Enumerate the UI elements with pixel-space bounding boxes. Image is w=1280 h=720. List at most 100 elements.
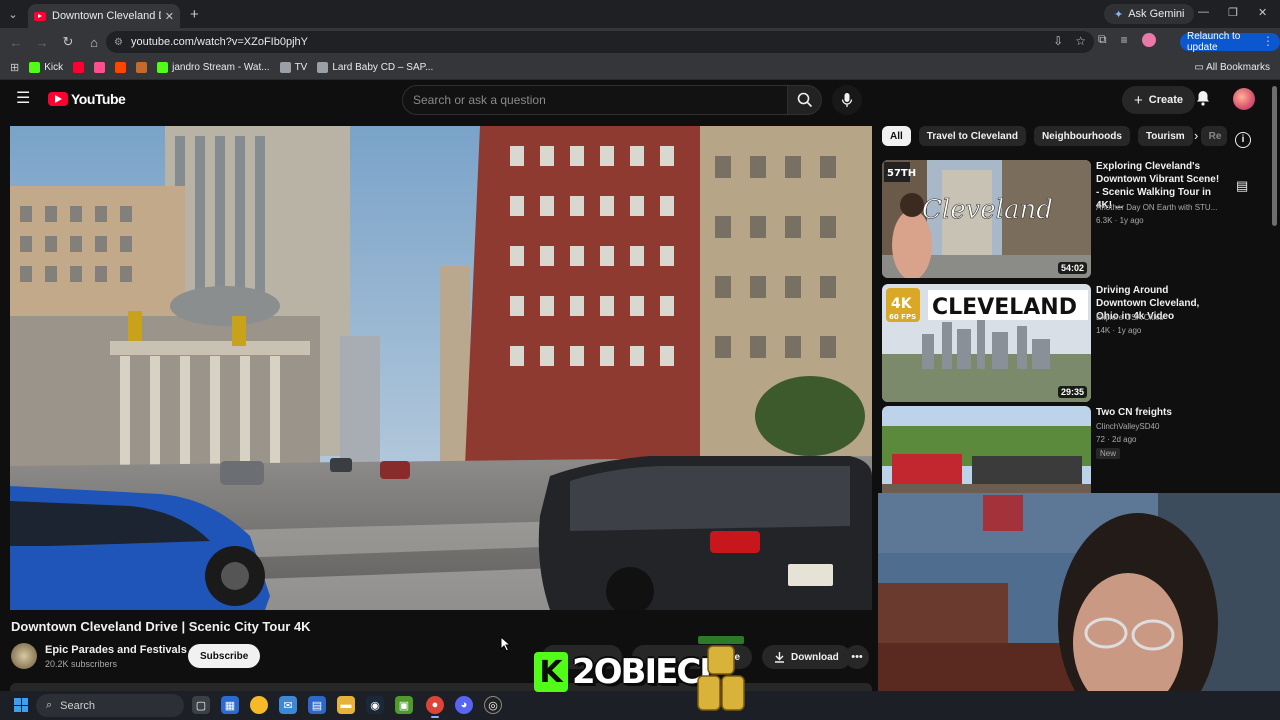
chrome-active-indicator	[431, 716, 439, 718]
streamer-webcam-overlay	[878, 493, 1280, 720]
bookmark-favicon-icon	[136, 62, 148, 73]
extensions-puzzle-icon[interactable]: ⧉	[1098, 32, 1107, 47]
youtube-logo[interactable]: YouTube	[48, 91, 126, 107]
recommendation-thumbnail[interactable]: Cleveland 57TH 54:02	[882, 160, 1091, 278]
recommendation-item[interactable]: Cleveland 57TH 54:02 Exploring Cleveland…	[882, 160, 1262, 280]
thumb-badge-top: 4K	[891, 296, 913, 312]
recommendation-thumbnail[interactable]: 4K 60 FPS CLEVELAND 29:35	[882, 284, 1091, 402]
search-placeholder: Search or ask a question	[413, 93, 546, 107]
bookmark-favicon-icon	[317, 62, 329, 73]
recommendation-channel[interactable]: Another Day ON Earth with STU...	[1096, 203, 1220, 212]
browser-menu-icon[interactable]: ⋮	[1262, 34, 1274, 48]
recommendation-item[interactable]: Two CN freights ClinchValleySD40 72 · 2d…	[882, 406, 1262, 494]
related-filter-chips: All Travel to Cleveland Neighbourhoods T…	[882, 126, 1227, 146]
mail-icon[interactable]: ✉	[279, 696, 297, 714]
search-icon: ⌕	[46, 699, 53, 711]
task-view-icon[interactable]: ▢	[192, 696, 210, 714]
browser-tab-active[interactable]: Downtown Cleveland Drive | Sc ✕	[28, 4, 180, 28]
bookmark-item[interactable]: Kick	[29, 62, 63, 73]
site-info-icon[interactable]: ⚙	[114, 37, 123, 48]
bookmark-star-icon[interactable]: ☆	[1075, 34, 1086, 48]
voice-search-button[interactable]	[832, 85, 862, 115]
channel-avatar[interactable]	[11, 643, 37, 669]
notifications-bell-icon[interactable]	[1196, 90, 1210, 109]
download-button[interactable]: Download	[762, 645, 851, 669]
plus-icon: +	[1134, 91, 1143, 109]
chrome-icon[interactable]: ●	[426, 696, 444, 714]
weather-icon[interactable]	[250, 696, 268, 714]
bookmark-favicon-icon	[73, 62, 85, 73]
more-actions-icon[interactable]: •••	[845, 645, 869, 669]
chip-travel-to-cleveland[interactable]: Travel to Cleveland	[918, 126, 1026, 146]
steam-icon[interactable]: ◉	[366, 696, 384, 714]
recommendation-channel[interactable]: ClinchValleySD40	[1096, 422, 1220, 431]
forward-arrow-icon[interactable]: →	[30, 35, 54, 50]
tab-search-chevron-icon[interactable]: ⌄	[0, 0, 26, 28]
info-icon[interactable]: i	[1235, 132, 1251, 148]
search-button[interactable]	[788, 85, 822, 115]
recommendation-title[interactable]: Two CN freights	[1096, 406, 1220, 419]
bookmark-item[interactable]	[94, 62, 106, 73]
thumb-overlay-text: CLEVELAND	[932, 295, 1077, 320]
media-controls-icon[interactable]: ≡	[1121, 33, 1128, 47]
bookmark-item[interactable]	[136, 62, 148, 73]
chevron-right-icon[interactable]: ›	[1194, 128, 1198, 143]
minimize-window-icon[interactable]: —	[1198, 6, 1209, 18]
recommendation-channel[interactable]: Explore USA Cities	[1096, 313, 1220, 322]
close-tab-icon[interactable]: ✕	[165, 10, 174, 23]
folder-icon: ▭	[1194, 62, 1204, 73]
recommendation-item[interactable]: 4K 60 FPS CLEVELAND 29:35 Driving Around…	[882, 284, 1262, 402]
windows-start-icon[interactable]	[14, 698, 28, 712]
close-window-icon[interactable]: ✕	[1258, 6, 1267, 19]
hamburger-menu-icon[interactable]: ☰	[16, 91, 32, 107]
video-player[interactable]	[10, 126, 872, 610]
account-avatar[interactable]	[1233, 88, 1255, 110]
thumbnail-walking-tour: Cleveland 57TH	[882, 160, 1091, 278]
bookmark-item[interactable]	[115, 62, 127, 73]
back-arrow-icon[interactable]: ←	[4, 35, 28, 50]
create-button[interactable]: + Create	[1122, 86, 1196, 114]
video-duration: 54:02	[1057, 262, 1087, 274]
minecraft-icon[interactable]: ▣	[395, 696, 413, 714]
calculator-icon[interactable]: ▤	[308, 696, 326, 714]
bookmark-item[interactable]: Lard Baby CD – SAP...	[317, 62, 433, 73]
install-app-icon[interactable]: ⇩	[1053, 34, 1063, 48]
video-frame-city-street	[10, 126, 872, 610]
chip-neighbourhoods[interactable]: Neighbourhoods	[1033, 126, 1130, 146]
chip-partial[interactable]: Re	[1200, 126, 1227, 146]
url-text: youtube.com/watch?v=XZoFIb0pjhY	[130, 36, 308, 48]
bookmark-item[interactable]: TV	[279, 62, 307, 73]
file-explorer-icon[interactable]: ▬	[337, 696, 355, 714]
recommendation-meta: 6.3K · 1y ago	[1096, 216, 1144, 225]
bookmark-item[interactable]	[73, 62, 85, 73]
taskbar-search-box[interactable]: ⌕ Search	[36, 694, 184, 717]
new-tab-plus-icon[interactable]: +	[190, 6, 199, 23]
maximize-window-icon[interactable]: ❐	[1228, 6, 1238, 19]
channel-name[interactable]: Epic Parades and Festivals	[45, 644, 187, 656]
chip-tourism[interactable]: Tourism	[1137, 126, 1193, 146]
page-scrollbar[interactable]	[1272, 86, 1277, 226]
youtube-play-logo-icon	[48, 92, 68, 106]
chip-all[interactable]: All	[882, 126, 911, 146]
thumb-overlay-text: Cleveland	[922, 195, 1053, 225]
widgets-icon[interactable]: ▦	[221, 696, 239, 714]
ask-gemini-button[interactable]: ✦ Ask Gemini	[1104, 4, 1195, 24]
gemini-sparkle-icon: ✦	[1114, 8, 1124, 21]
apps-grid-icon[interactable]: ⊞	[10, 61, 19, 74]
discord-icon[interactable]: ◕	[455, 696, 473, 714]
mouse-cursor-icon	[500, 636, 512, 652]
profile-avatar[interactable]	[1141, 32, 1156, 47]
search-input[interactable]: Search or ask a question	[402, 85, 788, 115]
reload-icon[interactable]: ↻	[56, 34, 80, 50]
obs-icon[interactable]: ◎	[484, 696, 502, 714]
address-bar[interactable]: ⚙ youtube.com/watch?v=XZoFIb0pjhY ⇩ ☆	[106, 31, 1094, 53]
drink-cans-sticker	[697, 636, 745, 711]
home-icon[interactable]: ⌂	[82, 35, 106, 50]
bookmark-item[interactable]: jandro Stream - Wat...	[157, 62, 270, 73]
browser-toolbar: ← → ↻ ⌂ ⚙ youtube.com/watch?v=XZoFIb0pjh…	[0, 28, 1280, 56]
all-bookmarks-button[interactable]: ▭ All Bookmarks	[1194, 62, 1270, 73]
recommendation-thumbnail[interactable]	[882, 406, 1091, 493]
thumbnail-cn-freights	[882, 406, 1091, 493]
recommendation-meta: 14K · 1y ago	[1096, 326, 1142, 335]
subscribe-button[interactable]: Subscribe	[188, 644, 261, 668]
